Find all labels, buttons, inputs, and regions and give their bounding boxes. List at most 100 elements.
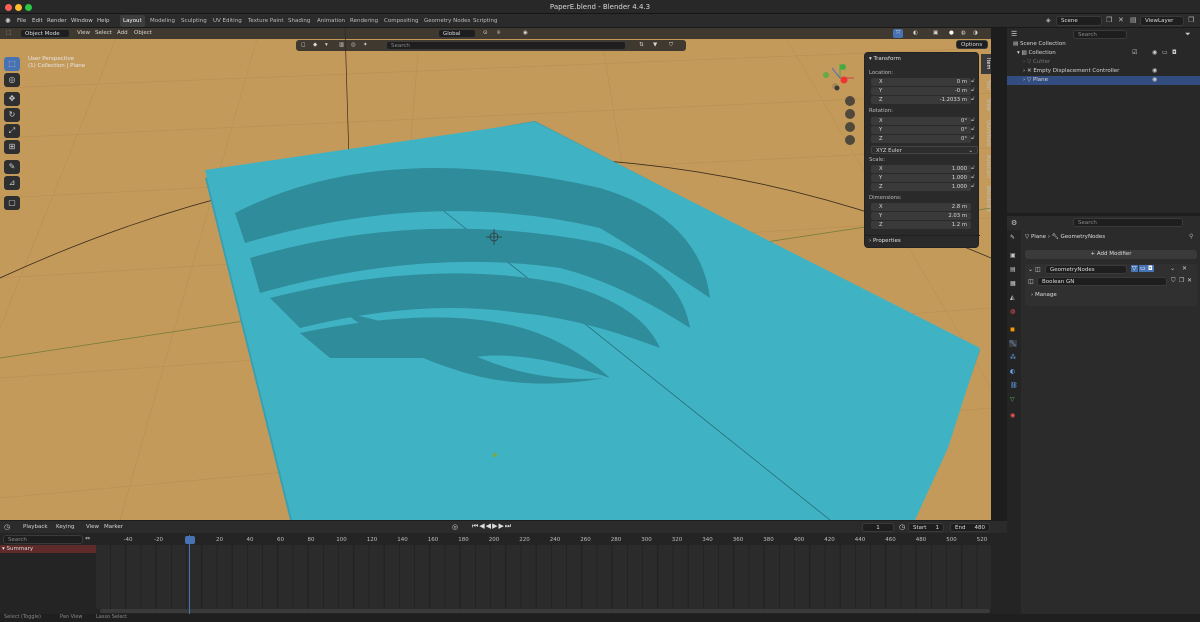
record-icon[interactable]: ◎	[452, 523, 458, 531]
scene-selector[interactable]: Scene	[1056, 16, 1102, 26]
end-frame-field[interactable]: End 480	[950, 523, 990, 532]
keyframe-area[interactable]	[96, 545, 991, 609]
tab-texture-paint[interactable]: Texture Paint	[245, 15, 287, 27]
data-tab-icon[interactable]: ▽	[1010, 396, 1015, 403]
eye-icon[interactable]: ◉	[1152, 76, 1157, 83]
tab-modeling[interactable]: Modeling	[147, 15, 178, 27]
menu-render[interactable]: Render	[44, 14, 70, 28]
delete-scene-icon[interactable]: ✕	[1118, 16, 1124, 24]
swap-icon[interactable]: ⇔	[85, 535, 90, 542]
xray-icon[interactable]: ▣	[930, 29, 941, 38]
visibility-icon[interactable]: ◆	[310, 41, 320, 50]
outliner-search-input[interactable]: Search	[1073, 30, 1127, 39]
view-layer-selector[interactable]: ViewLayer	[1140, 16, 1184, 26]
tab-autocam[interactable]: AutoCam	[981, 152, 991, 182]
summary-channel[interactable]: ▾ Summary	[0, 545, 96, 553]
playback-controls[interactable]: ⏮◀◀▶▶⏭	[472, 522, 512, 531]
tool-tab-icon[interactable]: ✎	[1010, 234, 1015, 241]
blender-logo-icon[interactable]: ✺	[2, 14, 14, 28]
new-view-layer-icon[interactable]: ❐	[1188, 16, 1194, 24]
options-dropdown[interactable]: Options	[956, 40, 988, 49]
menu-help[interactable]: Help	[94, 14, 113, 28]
gizmo-toggle-icon[interactable]: ⤧	[893, 29, 904, 38]
viewport-menu-add[interactable]: Add	[114, 29, 131, 38]
snap-icon[interactable]: ⌾	[494, 29, 503, 38]
properties-editor-icon[interactable]: ⚙	[1011, 219, 1017, 227]
navigation-gizmo[interactable]	[818, 56, 862, 152]
object-mode-dropdown[interactable]: Object Mode	[20, 29, 70, 38]
menu-file[interactable]: File	[14, 14, 29, 28]
timeline-menu-marker[interactable]: Marker	[101, 523, 126, 532]
physics-tab-icon[interactable]: ◐	[1010, 368, 1015, 375]
lock-icon[interactable]: 🔓︎	[971, 87, 978, 94]
shield-icon[interactable]: ⛉	[666, 41, 676, 50]
render-display-icon[interactable]: ◘	[1147, 265, 1154, 272]
tab-item[interactable]: Item	[981, 54, 991, 74]
tab-blenderkit[interactable]: BlenderKit	[981, 184, 991, 214]
particles-tab-icon[interactable]: ⁂	[1010, 354, 1016, 361]
timeline-menu-playback[interactable]: Playback	[20, 523, 51, 532]
monitor-icon[interactable]: ▭	[1162, 49, 1168, 56]
tab-uv-editing[interactable]: UV Editing	[210, 15, 245, 27]
lock-icon[interactable]: 🔓︎	[971, 165, 978, 172]
rotation-mode-dropdown[interactable]: XYZ Euler ⌄	[871, 146, 978, 154]
viewport-menu-object[interactable]: Object	[131, 29, 155, 38]
lock-icon[interactable]: 🔓︎	[971, 78, 978, 85]
tab-sculpting[interactable]: Sculpting	[178, 15, 210, 27]
render-icon[interactable]: ◎	[348, 41, 359, 50]
scale-x-field[interactable]: X 1.000	[871, 165, 971, 173]
eye-icon[interactable]: ◉	[1152, 67, 1157, 74]
scene-tab-icon[interactable]: ◭	[1010, 294, 1015, 301]
measure-tool[interactable]: ⊿	[4, 176, 20, 190]
tree-scene-collection[interactable]: ▤ Scene Collection	[1007, 40, 1200, 49]
clock-icon[interactable]: ◷	[4, 523, 10, 531]
lock-icon[interactable]: 🔓︎	[971, 183, 978, 190]
select-box-tool[interactable]: ⬚	[4, 57, 20, 71]
cursor-tool[interactable]: ◎	[4, 73, 20, 87]
tab-rendering[interactable]: Rendering	[347, 15, 381, 27]
pivot-icon[interactable]: ⊙	[480, 29, 491, 38]
tab-layout[interactable]: Layout	[120, 15, 145, 27]
dimensions-z-field[interactable]: Z 1.2 m	[871, 221, 971, 229]
tab-scripting[interactable]: Scripting	[470, 15, 500, 27]
add-cube-tool[interactable]: ▢	[4, 196, 20, 210]
tab-tool[interactable]: Tool	[981, 76, 991, 94]
annotate-tool[interactable]: ✎	[4, 160, 20, 174]
light-icon[interactable]: ✦	[360, 41, 371, 50]
tree-item-empty[interactable]: › ✕ Empty Displacement Controller	[1007, 67, 1200, 76]
material-tab-icon[interactable]: ◉	[1010, 412, 1015, 419]
lock-icon[interactable]: 🔓︎	[971, 117, 978, 124]
viewport-menu-view[interactable]: View	[74, 29, 93, 38]
world-tab-icon[interactable]: ◍	[1010, 308, 1015, 315]
location-y-field[interactable]: Y -0 m	[871, 87, 971, 95]
tab-geometry-nodes[interactable]: Geometry Nodes	[421, 15, 473, 27]
tab-compositing[interactable]: Compositing	[381, 15, 421, 27]
pin-icon[interactable]: ⚲	[1189, 233, 1193, 240]
edit-mode-icon[interactable]: ▽	[1131, 265, 1138, 272]
fake-user-icon[interactable]: ⛉	[1171, 277, 1176, 285]
rotation-y-field[interactable]: Y 0°	[871, 126, 971, 134]
node-group-field[interactable]: Boolean GN	[1037, 277, 1167, 286]
funnel-icon[interactable]: ▼	[650, 41, 660, 50]
viewport-search-input[interactable]: Search	[386, 41, 626, 50]
dimensions-y-field[interactable]: Y 2.03 m	[871, 212, 971, 220]
menu-window[interactable]: Window	[68, 14, 96, 28]
object-tab-icon[interactable]: ◼	[1010, 326, 1015, 333]
collapse-icon[interactable]: ⌄	[1028, 266, 1033, 273]
transform-orientation-dropdown[interactable]: Global	[438, 29, 476, 38]
tab-animation[interactable]: Animation	[314, 15, 348, 27]
shading-solid-icon[interactable]: ●	[946, 29, 957, 38]
transform-panel-header[interactable]: ▾ Transform	[869, 56, 901, 62]
overlays-icon[interactable]: ◐	[910, 29, 921, 38]
properties-panel-header[interactable]: › Properties	[869, 238, 901, 244]
tab-quicktools[interactable]: QuickTools	[981, 116, 991, 150]
viewport-display-icon[interactable]: ▭	[1139, 265, 1147, 272]
proportional-edit-icon[interactable]: ◉	[520, 29, 531, 38]
shading-material-icon[interactable]: ◍	[958, 29, 969, 38]
object-icon[interactable]: ◻	[298, 41, 309, 50]
transform-tool[interactable]: ⊞	[4, 140, 20, 154]
rotate-tool[interactable]: ↻	[4, 108, 20, 122]
tab-shading[interactable]: Shading	[285, 15, 313, 27]
lock-icon[interactable]: 🔓︎	[971, 96, 978, 103]
remove-modifier-icon[interactable]: ✕	[1182, 265, 1187, 272]
